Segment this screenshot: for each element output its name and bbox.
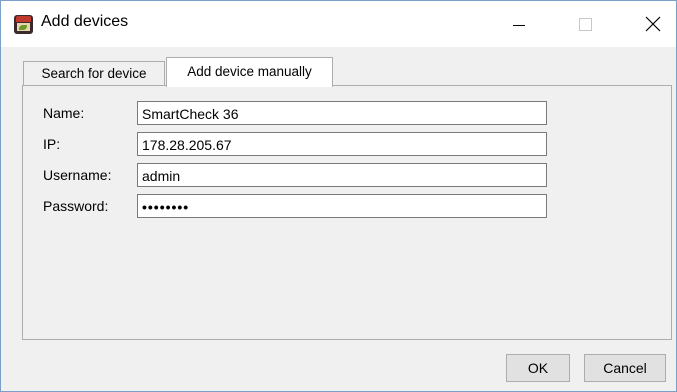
name-label: Name: — [43, 105, 85, 121]
tab-search-for-device[interactable]: Search for device — [23, 61, 165, 86]
username-label: Username: — [43, 167, 112, 183]
title-bar[interactable]: Add devices — [1, 1, 676, 47]
username-field[interactable]: admin — [137, 163, 547, 187]
ip-label: IP: — [43, 136, 61, 152]
close-icon — [645, 16, 661, 32]
app-icon — [14, 15, 33, 34]
window-title: Add devices — [41, 13, 129, 30]
password-label: Password: — [43, 198, 109, 214]
cancel-button[interactable]: Cancel — [584, 354, 666, 382]
ip-field[interactable]: 178.28.205.67 — [137, 132, 547, 156]
tab-add-device-manually[interactable]: Add device manually — [166, 57, 333, 87]
maximize-icon — [579, 18, 592, 31]
dialog-window: Add devices Search for device Add device… — [0, 0, 677, 392]
minimize-button[interactable] — [496, 1, 542, 47]
minimize-icon — [513, 25, 525, 26]
password-field[interactable]: •••••••• — [137, 194, 547, 218]
close-button[interactable] — [630, 1, 676, 47]
maximize-button[interactable] — [563, 1, 609, 47]
name-field[interactable]: SmartCheck 36 — [137, 101, 547, 125]
ok-button[interactable]: OK — [506, 354, 570, 382]
